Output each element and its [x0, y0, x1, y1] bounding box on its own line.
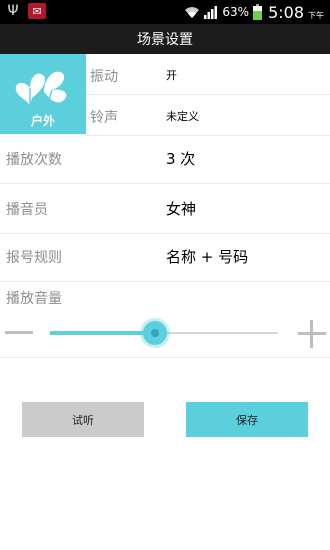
battery-percent: 63%	[222, 5, 250, 19]
volume-up-icon[interactable]	[298, 320, 326, 348]
ringtone-label: 铃声	[90, 110, 118, 126]
app-notification-icon: ✉	[28, 3, 46, 19]
number-rule-label: 报号规则	[6, 250, 62, 266]
page-title: 场景设置	[137, 32, 193, 48]
ringtone-value: 未定义	[166, 110, 199, 123]
listen-button[interactable]: 试听	[22, 402, 144, 437]
wifi-icon	[184, 5, 200, 19]
number-rule-value: 名称 + 号码	[166, 248, 249, 266]
vibrate-label: 振动	[90, 69, 118, 85]
status-bar: Ψ ✉ 63% 5:08 下午	[0, 0, 330, 24]
setting-row-announcer[interactable]: 播音员 女神	[0, 184, 330, 234]
clock-ampm: 下午	[308, 10, 324, 20]
setting-row-play-count[interactable]: 播放次数 3 次	[0, 134, 330, 184]
setting-row-ringtone[interactable]: 铃声 未定义	[86, 95, 330, 136]
vibrate-value: 开	[166, 69, 177, 82]
announcer-value: 女神	[166, 200, 197, 218]
scene-label: 户外	[30, 114, 55, 128]
divider	[0, 357, 330, 358]
play-count-value: 3 次	[166, 150, 196, 168]
battery-icon	[253, 4, 263, 20]
title-bar: 场景设置	[0, 24, 330, 54]
save-button[interactable]: 保存	[186, 402, 308, 437]
scene-tile[interactable]: 户外	[0, 54, 86, 134]
volume-slider[interactable]	[50, 321, 278, 345]
play-count-label: 播放次数	[6, 152, 62, 168]
volume-slider-fill	[50, 331, 155, 335]
signal-icon	[204, 5, 218, 19]
volume-label: 播放音量	[6, 291, 62, 307]
volume-down-icon[interactable]	[5, 331, 33, 334]
volume-slider-thumb[interactable]	[142, 321, 167, 345]
usb-icon: Ψ	[7, 3, 19, 19]
announcer-label: 播音员	[6, 202, 48, 218]
setting-row-number-rule[interactable]: 报号规则 名称 + 号码	[0, 232, 330, 282]
clock: 5:08	[268, 2, 304, 22]
butterfly-icon	[15, 71, 67, 108]
setting-row-vibrate[interactable]: 振动 开	[86, 54, 330, 95]
